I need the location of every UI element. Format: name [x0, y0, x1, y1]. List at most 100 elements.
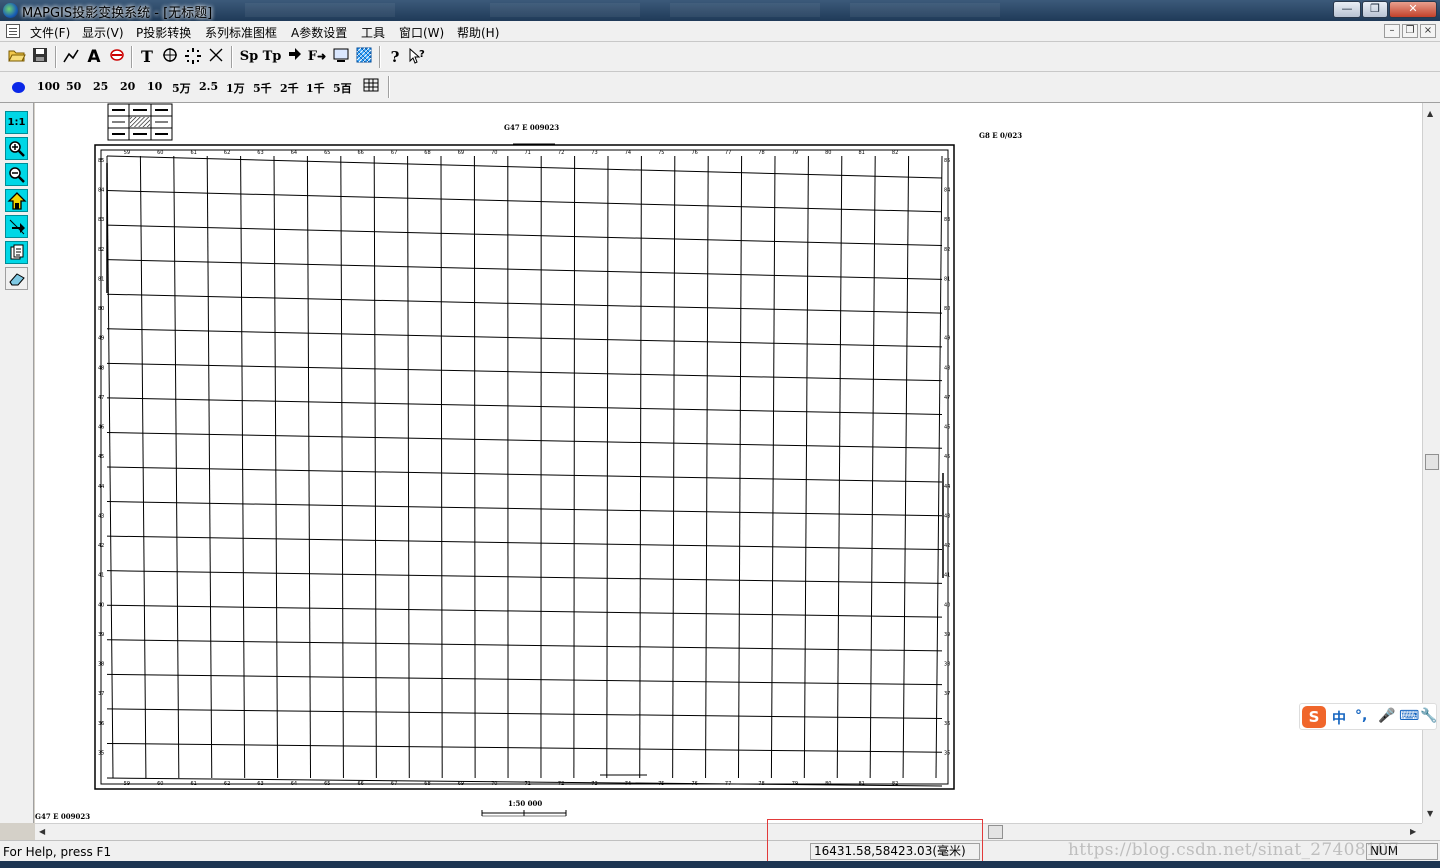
- scale-20[interactable]: 20: [120, 80, 135, 93]
- polyline-icon[interactable]: [61, 47, 81, 67]
- page-copy-icon[interactable]: [5, 241, 28, 264]
- grid-table-icon[interactable]: [361, 78, 381, 98]
- grid-tick-label: 85: [944, 158, 950, 164]
- menu-projection[interactable]: P投影转换: [136, 24, 191, 41]
- sogou-logo-icon[interactable]: S: [1302, 706, 1326, 728]
- app-globe-icon[interactable]: [3, 3, 18, 18]
- blue-dot-icon[interactable]: [12, 82, 25, 93]
- arrow-right-icon[interactable]: [285, 47, 305, 67]
- zoom-one-to-one-button[interactable]: 1:1: [5, 111, 28, 134]
- scroll-right-arrow-icon[interactable]: ▶: [1410, 827, 1416, 836]
- map-canvas[interactable]: G47 E 009023 G8 E 0/023 59 60 61 62 63 64 65 66…: [35, 103, 1422, 823]
- eraser-icon[interactable]: [5, 267, 28, 290]
- grid-line-vertical: [705, 155, 709, 779]
- document-icon[interactable]: [6, 24, 20, 38]
- menu-bar: 文件(F) 显示(V) P投影转换 系列标准图框 A参数设置 工具 窗口(W) …: [0, 21, 1440, 42]
- grid-tick-label: 65: [324, 781, 330, 787]
- grid-line-horizontal: [106, 293, 943, 314]
- mdi-restore-button[interactable]: ❐: [1402, 24, 1418, 38]
- delete-cross-icon[interactable]: [206, 47, 226, 67]
- scale-1wan[interactable]: 1万: [226, 80, 245, 96]
- grid-tick-label: 77: [725, 150, 731, 156]
- grid-tick-label: 75: [658, 781, 664, 787]
- grid-tick-label: 82: [892, 781, 898, 787]
- grid-tick-label: 77: [725, 781, 731, 787]
- scale-5wan[interactable]: 5万: [172, 80, 191, 96]
- zoom-out-icon[interactable]: [5, 163, 28, 186]
- grid-line-vertical: [273, 155, 279, 779]
- grid-line-horizontal: [106, 259, 943, 280]
- open-folder-icon[interactable]: [7, 47, 27, 67]
- f-arrow-icon: ➜: [317, 50, 327, 63]
- menu-window[interactable]: 窗口(W): [399, 24, 444, 41]
- y-tick-labels-right: 85 84 83 82 81 80 49 48 47 46 45 44 43 42 41 40 39 38 37 36…: [944, 158, 950, 756]
- scroll-down-arrow-icon[interactable]: ▼: [1427, 809, 1433, 818]
- help-question-icon[interactable]: ?: [385, 47, 405, 67]
- microphone-icon[interactable]: 🎤: [1378, 708, 1395, 724]
- zoom-in-icon[interactable]: [5, 137, 28, 160]
- monitor-icon[interactable]: [331, 47, 351, 67]
- grid-line-vertical: [639, 155, 642, 779]
- sp-button[interactable]: Sp: [238, 47, 260, 67]
- grid-line-vertical: [473, 155, 476, 779]
- ime-chinese-mode[interactable]: 中: [1332, 708, 1346, 728]
- scroll-up-arrow-icon[interactable]: ▲: [1427, 109, 1433, 118]
- scale-25[interactable]: 25: [93, 80, 108, 93]
- scale-50[interactable]: 50: [66, 80, 81, 93]
- grid-line-horizontal: [106, 466, 943, 483]
- tp-button[interactable]: Tp: [261, 47, 283, 67]
- wrench-icon[interactable]: 🔧: [1420, 708, 1437, 724]
- menu-file[interactable]: 文件(F): [30, 24, 70, 41]
- annotation-a-icon[interactable]: A: [84, 47, 104, 67]
- ime-toolbar[interactable]: S 中 °, 🎤 ⌨ 🔧: [1299, 703, 1437, 730]
- horizontal-scroll-thumb[interactable]: [988, 825, 1003, 839]
- scale-2qian[interactable]: 2千: [280, 80, 299, 96]
- grid-line-vertical: [606, 155, 609, 779]
- horizontal-scrollbar[interactable]: ◀ ▶: [35, 823, 1422, 840]
- left-toolbar: 1:1: [0, 103, 34, 823]
- minimize-button[interactable]: —: [1333, 1, 1361, 18]
- home-view-icon[interactable]: [5, 189, 28, 212]
- crosshair-icon[interactable]: [160, 47, 180, 67]
- context-help-icon[interactable]: ?: [407, 47, 427, 67]
- scale-5qian[interactable]: 5千: [253, 80, 272, 96]
- ime-punctuation-mode[interactable]: °,: [1355, 708, 1367, 724]
- vertical-scroll-thumb[interactable]: [1425, 454, 1439, 470]
- save-disk-icon[interactable]: [30, 47, 50, 67]
- scroll-left-arrow-icon[interactable]: ◀: [39, 827, 45, 836]
- grid-tick-label: 78: [758, 150, 764, 156]
- mdi-minimize-button[interactable]: –: [1384, 24, 1400, 38]
- grid-line-horizontal: [106, 501, 943, 517]
- scale-2-5[interactable]: 2.5: [199, 80, 218, 93]
- menu-parameters[interactable]: A参数设置: [291, 24, 347, 41]
- grid-tick-label: 80: [825, 150, 831, 156]
- scale-1qian[interactable]: 1千: [306, 80, 325, 96]
- hatch-pattern-icon[interactable]: [354, 47, 374, 67]
- point-grid-icon[interactable]: [183, 47, 203, 67]
- scale-10[interactable]: 10: [147, 80, 162, 93]
- svg-text:?: ?: [419, 49, 425, 60]
- grid-tick-label: 40: [98, 602, 104, 608]
- text-tool-icon[interactable]: T: [137, 47, 157, 67]
- grid-tick-label: 66: [358, 150, 364, 156]
- menu-help[interactable]: 帮助(H): [457, 24, 499, 41]
- grid-line-horizontal: [106, 190, 943, 213]
- mdi-close-button[interactable]: ×: [1420, 24, 1436, 38]
- menu-tools[interactable]: 工具: [361, 24, 385, 41]
- blog-watermark: https://blog.csdn.net/sinat_27408107: [1068, 840, 1400, 860]
- grid-tick-label: 35: [98, 750, 104, 756]
- pan-arrow-icon[interactable]: [5, 215, 28, 238]
- km-grid: [106, 155, 943, 787]
- f-arrow-button[interactable]: F➜: [305, 47, 329, 67]
- restore-button[interactable]: ❐: [1362, 1, 1388, 18]
- close-button[interactable]: ✕: [1389, 1, 1437, 18]
- grid-tick-label: 61: [191, 150, 197, 156]
- scale-100[interactable]: 100: [37, 80, 60, 93]
- scale-5bai[interactable]: 5百: [333, 80, 352, 96]
- menu-standard-frame[interactable]: 系列标准图框: [205, 24, 277, 41]
- keyboard-icon[interactable]: ⌨: [1399, 708, 1419, 724]
- grid-tick-label: 41: [98, 573, 104, 579]
- region-icon[interactable]: [107, 47, 127, 67]
- menu-view[interactable]: 显示(V): [82, 24, 124, 41]
- grid-tick-label: 66: [358, 781, 364, 787]
